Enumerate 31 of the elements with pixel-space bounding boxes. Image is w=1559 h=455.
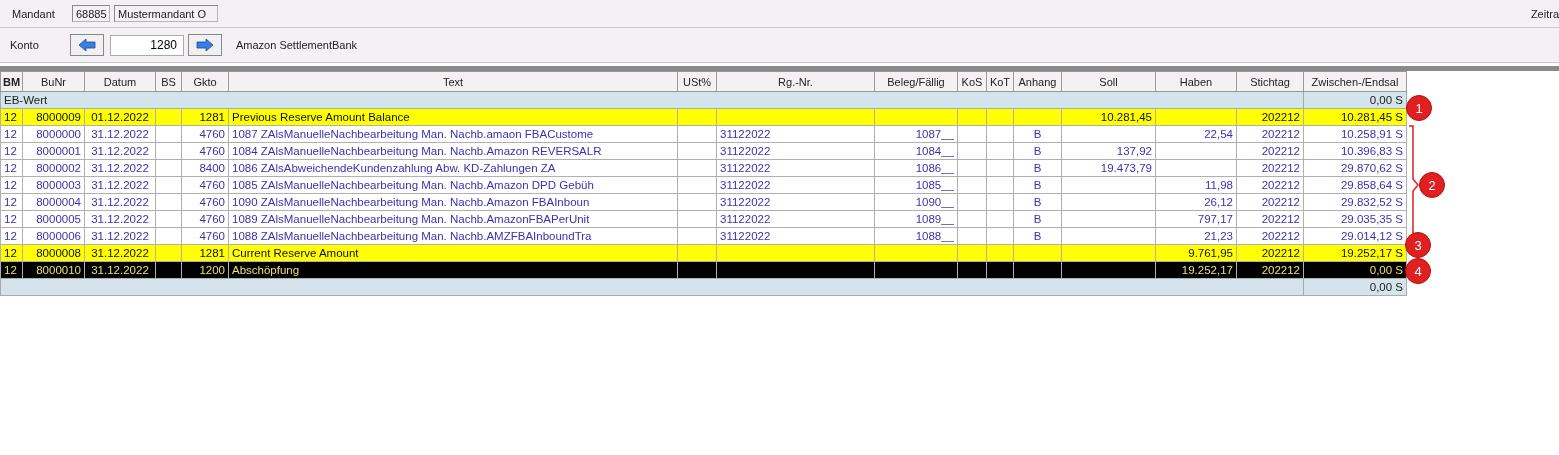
- column-header[interactable]: Rg.-Nr.: [716, 71, 875, 92]
- column-header[interactable]: Soll: [1061, 71, 1156, 92]
- column-header[interactable]: Gkto: [181, 71, 229, 92]
- period-label: Zeitra: [1530, 7, 1559, 20]
- column-header[interactable]: Haben: [1155, 71, 1237, 92]
- mandant-label: Mandant: [12, 7, 56, 20]
- right-arrow-icon: [196, 39, 214, 51]
- column-header[interactable]: Stichtag: [1236, 71, 1304, 92]
- column-header[interactable]: Zwischen-/Endsal: [1303, 71, 1407, 92]
- column-header[interactable]: BS: [155, 71, 182, 92]
- annotation-badge: 4: [1405, 258, 1431, 284]
- left-arrow-icon: [78, 39, 96, 51]
- column-header[interactable]: BM: [0, 71, 23, 92]
- column-header[interactable]: Anhang: [1013, 71, 1062, 92]
- mandant-name-field[interactable]: Mustermandant O: [114, 5, 218, 22]
- column-header[interactable]: Text: [228, 71, 678, 92]
- column-header[interactable]: USt%: [677, 71, 717, 92]
- column-header[interactable]: KoT: [986, 71, 1014, 92]
- account-name: Amazon SettlementBank: [236, 39, 358, 51]
- next-account-button[interactable]: [188, 34, 222, 56]
- account-input[interactable]: 1280: [110, 34, 184, 56]
- column-header[interactable]: KoS: [957, 71, 987, 92]
- column-header[interactable]: Datum: [84, 71, 156, 92]
- column-header[interactable]: BuNr: [22, 71, 85, 92]
- previous-account-button[interactable]: [70, 34, 104, 56]
- mandant-number-field[interactable]: 68885: [72, 5, 110, 22]
- column-header[interactable]: Beleg/Fällig: [874, 71, 958, 92]
- annotation-badge: 1: [1406, 95, 1432, 121]
- annotation-badge: 3: [1405, 232, 1431, 258]
- annotation-badge: 2: [1419, 172, 1445, 198]
- konto-label: Konto: [10, 39, 40, 51]
